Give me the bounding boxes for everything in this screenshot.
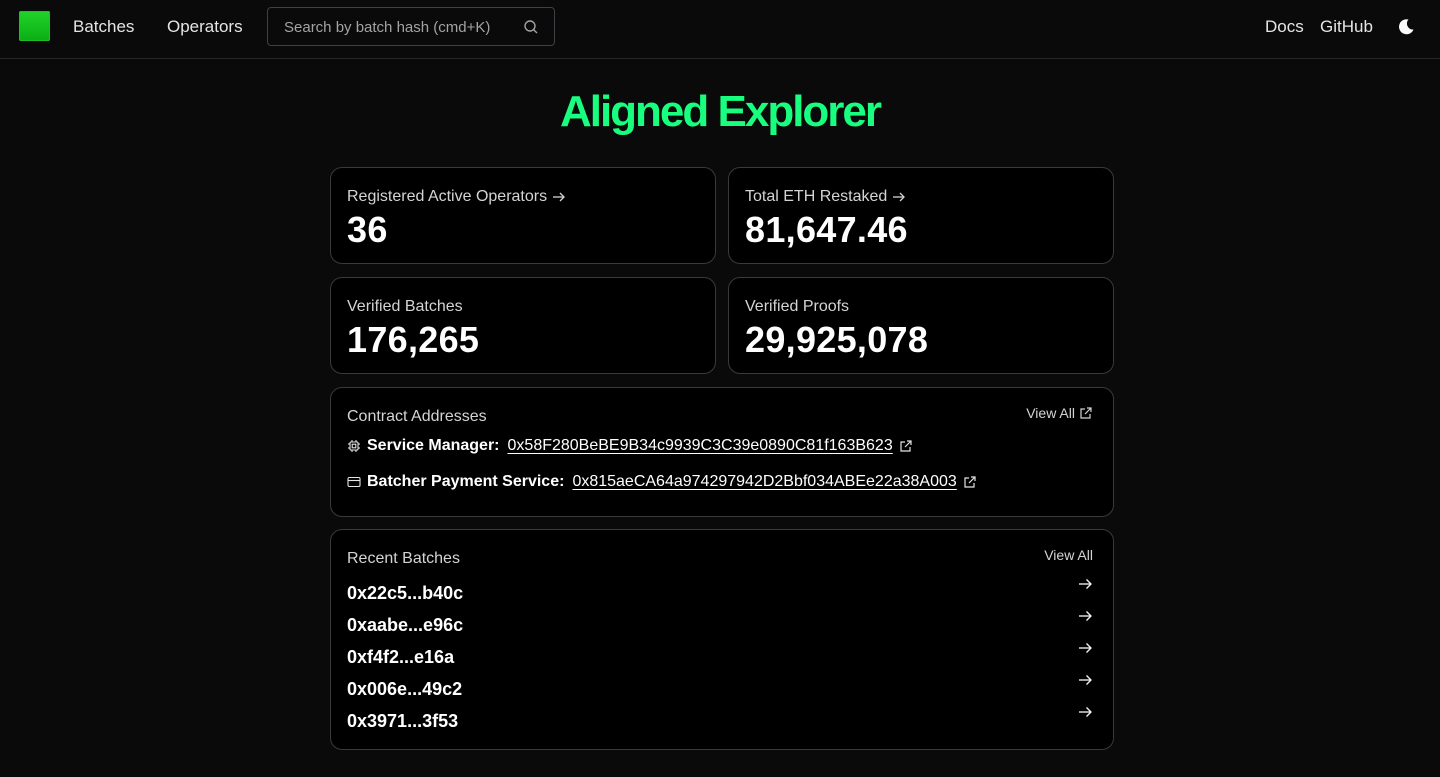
top-navbar: Batches Operators Search by batch hash (… — [0, 0, 1440, 59]
arrow-right-icon — [553, 192, 566, 201]
moon-icon[interactable] — [1396, 17, 1416, 37]
arrow-right-icon[interactable] — [1077, 608, 1093, 624]
stat-label: Total ETH Restaked — [745, 187, 907, 206]
stat-value: 36 — [347, 209, 388, 250]
batch-row[interactable]: 0xf4f2...e16a — [347, 643, 1093, 670]
cpu-icon — [348, 440, 360, 452]
stat-card-eth-restaked[interactable]: Total ETH Restaked 81,647.46 — [728, 167, 1114, 264]
page-title: Aligned Explorer — [559, 87, 882, 136]
stat-label: Verified Batches — [347, 298, 463, 315]
nav-link-operators[interactable]: Operators — [167, 17, 243, 37]
recent-batches-title: Recent Batches — [347, 550, 460, 567]
batch-hash: 0xaabe...e96c — [347, 615, 464, 635]
external-link-icon[interactable] — [963, 475, 977, 489]
stat-card-operators[interactable]: Registered Active Operators 36 — [330, 167, 716, 264]
external-link-icon — [1080, 407, 1092, 419]
stat-value: 81,647.46 — [745, 209, 908, 250]
batcher-payment-service-address-link[interactable]: 0x815aeCA64a974297942D2Bbf034ABEe22a38A0… — [572, 472, 956, 492]
arrow-right-icon — [893, 192, 906, 201]
contract-addresses-title: Contract Addresses — [347, 408, 487, 425]
recent-batches-view-all-link[interactable]: View All — [1044, 547, 1093, 563]
external-link-icon[interactable] — [899, 439, 913, 453]
arrow-right-icon[interactable] — [1077, 704, 1093, 720]
batch-hash: 0x006e...49c2 — [347, 679, 463, 699]
batch-hash: 0x22c5...b40c — [347, 583, 464, 603]
search-input[interactable]: Search by batch hash (cmd+K) — [267, 7, 555, 46]
nav-link-batches[interactable]: Batches — [73, 17, 134, 37]
stat-label: Verified Proofs — [745, 298, 850, 315]
service-manager-address-link[interactable]: 0x58F280BeBE9B34c9939C3C39e0890C81f163B6… — [508, 436, 893, 456]
stat-value: 176,265 — [347, 319, 480, 360]
stat-value: 29,925,078 — [745, 319, 929, 360]
arrow-right-icon[interactable] — [1077, 576, 1093, 592]
aligned-logo-icon[interactable] — [19, 11, 50, 41]
stat-label: Registered Active Operators — [347, 187, 567, 206]
contract-addresses-card: Contract Addresses View All Service Mana… — [330, 387, 1114, 517]
recent-batches-card: Recent Batches View All 0x22c5...b40c 0x… — [330, 529, 1114, 750]
batch-hash: 0xf4f2...e16a — [347, 647, 455, 667]
batch-row[interactable]: 0x3971...3f53 — [347, 707, 1093, 734]
nav-link-github[interactable]: GitHub — [1320, 17, 1373, 37]
nav-link-docs[interactable]: Docs — [1265, 17, 1304, 37]
batch-row[interactable]: 0xaabe...e96c — [347, 611, 1093, 638]
stat-card-verified-proofs: Verified Proofs 29,925,078 — [728, 277, 1114, 374]
wallet-icon — [347, 476, 361, 488]
service-manager-label: Service Manager: — [367, 437, 500, 454]
arrow-right-icon[interactable] — [1077, 640, 1093, 656]
arrow-right-icon[interactable] — [1077, 672, 1093, 688]
batcher-payment-service-label: Batcher Payment Service: — [367, 473, 565, 490]
batch-hash: 0x3971...3f53 — [347, 711, 459, 731]
search-icon — [524, 20, 538, 34]
service-manager-row: Service Manager: 0x58F280BeBE9B34c9939C3… — [347, 436, 913, 456]
contracts-view-all-link[interactable]: View All — [1026, 405, 1093, 421]
stat-card-verified-batches: Verified Batches 176,265 — [330, 277, 716, 374]
batch-row[interactable]: 0x22c5...b40c — [347, 579, 1093, 606]
batch-row[interactable]: 0x006e...49c2 — [347, 675, 1093, 702]
batcher-payment-service-row: Batcher Payment Service: 0x815aeCA64a974… — [347, 472, 977, 492]
search-placeholder: Search by batch hash (cmd+K) — [284, 19, 491, 36]
